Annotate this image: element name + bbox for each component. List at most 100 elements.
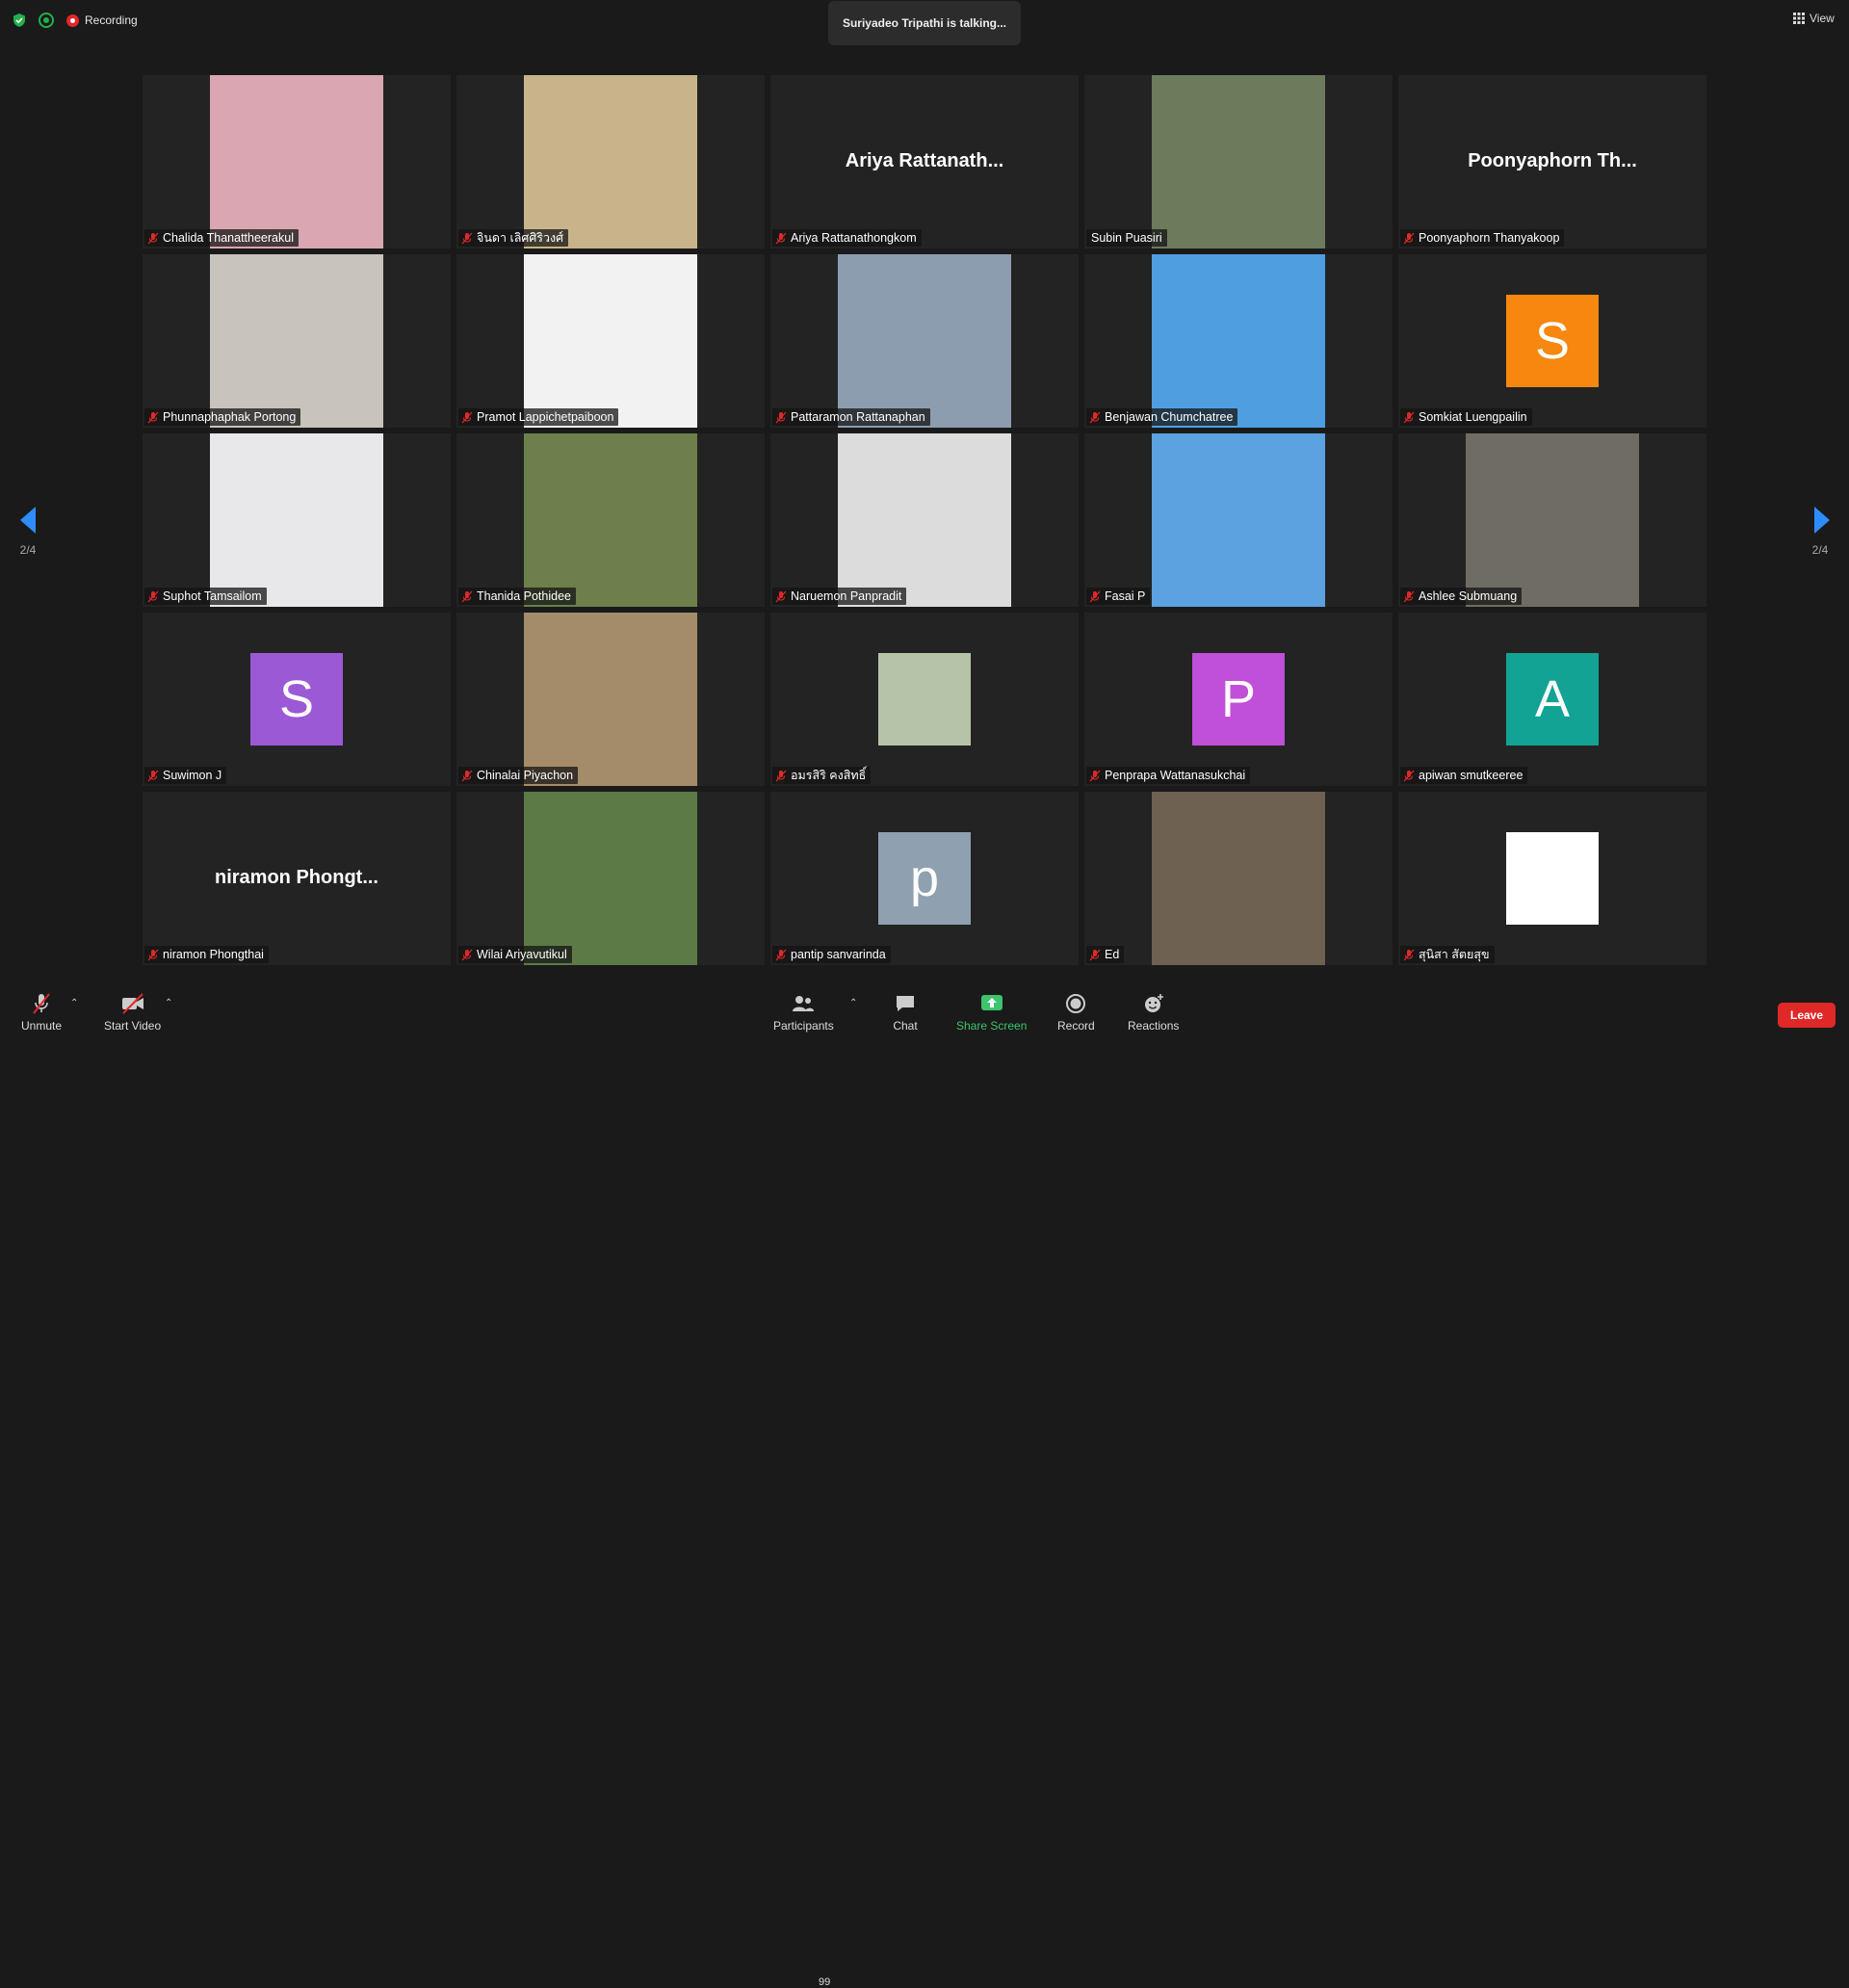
participant-name-label: Ariya Rattanathongkom [772, 229, 922, 247]
participants-button[interactable]: Participants [773, 992, 834, 1033]
participant-name: สุนิสา สัตยสุข [1419, 948, 1490, 961]
muted-microphone-icon [461, 232, 473, 244]
participant-name-label: Phunnaphaphak Portong [144, 408, 301, 426]
previous-page-arrow-icon[interactable] [16, 505, 39, 536]
participant-tile[interactable]: Benjawan Chumchatree [1084, 254, 1393, 428]
video-options-caret-icon[interactable]: ⌃ [165, 998, 172, 1008]
participant-name: Pramot Lappichetpaiboon [477, 410, 614, 424]
record-icon [1066, 994, 1086, 1013]
participant-name: Naruemon Panpradit [791, 589, 902, 603]
muted-microphone-icon [33, 993, 50, 1014]
muted-microphone-icon [775, 232, 787, 244]
participants-label: Participants [773, 1019, 834, 1033]
share-screen-button[interactable]: Share Screen [956, 992, 1027, 1033]
participant-name-label: Suphot Tamsailom [144, 588, 267, 605]
participant-tile[interactable]: Phunnaphaphak Portong [143, 254, 451, 428]
participant-tile[interactable]: P Penprapa Wattanasukchai [1084, 613, 1393, 786]
participant-tile[interactable]: Suphot Tamsailom [143, 433, 451, 607]
participant-name-label: Ashlee Submuang [1400, 588, 1523, 605]
participant-tile[interactable]: Chalida Thanattheerakul [143, 75, 451, 248]
muted-microphone-icon [461, 770, 473, 781]
participant-initial-avatar: A [1506, 653, 1599, 746]
participant-name: Fasai P [1105, 589, 1146, 603]
muted-microphone-icon [1403, 232, 1415, 244]
reactions-button[interactable]: Reactions [1128, 992, 1179, 1033]
shield-icon[interactable] [12, 13, 27, 28]
participant-tile[interactable]: อมรสิริ คงสิทธิ์ [770, 613, 1079, 786]
muted-microphone-icon [461, 411, 473, 423]
audio-options-caret-icon[interactable]: ⌃ [70, 998, 78, 1008]
participant-tile[interactable]: Poonyaphorn Th... Poonyaphorn Thanyakoop [1398, 75, 1706, 248]
chat-label: Chat [893, 1019, 918, 1033]
participant-tile[interactable]: Pattaramon Rattanaphan [770, 254, 1079, 428]
participant-photo [1152, 433, 1325, 607]
participant-name: อมรสิริ คงสิทธิ์ [791, 769, 867, 782]
chat-button[interactable]: Chat [893, 992, 918, 1033]
participant-tile[interactable]: Subin Puasiri [1084, 75, 1393, 248]
gallery-grid: Chalida Thanattheerakul จินดา เลิศศิริวงศ… [143, 75, 1706, 965]
share-screen-icon [980, 995, 1003, 1010]
muted-microphone-icon [1403, 590, 1415, 602]
record-button[interactable]: Record [1057, 992, 1095, 1033]
participants-options-caret-icon[interactable]: ⌃ [849, 998, 857, 1008]
meeting-toolbar: Unmute ⌃ Start Video ⌃ Participants 99 ⌃… [0, 979, 1849, 1988]
chat-icon [897, 996, 914, 1011]
muted-microphone-icon [147, 411, 159, 423]
participant-initial-avatar: P [1192, 653, 1285, 746]
participant-tile[interactable]: S Somkiat Luengpailin [1398, 254, 1706, 428]
participant-tile[interactable]: Ariya Rattanath... Ariya Rattanathongkom [770, 75, 1079, 248]
encryption-icon[interactable] [38, 12, 55, 29]
video-off-icon [121, 993, 143, 1014]
participant-name-label: Somkiat Luengpailin [1400, 408, 1532, 426]
next-page-arrow-icon[interactable] [1810, 505, 1834, 536]
muted-microphone-icon [775, 590, 787, 602]
unmute-button[interactable]: Unmute [21, 992, 62, 1033]
muted-microphone-icon [147, 770, 159, 781]
participant-name-label: Benjawan Chumchatree [1086, 408, 1238, 426]
page-indicator-right: 2/4 [1811, 543, 1829, 557]
muted-microphone-icon [1089, 949, 1101, 960]
participant-name-label: Pattaramon Rattanaphan [772, 408, 930, 426]
participant-photo [524, 613, 697, 786]
participant-photo [1152, 75, 1325, 248]
participant-name: Penprapa Wattanasukchai [1105, 769, 1246, 782]
participant-name-label: Thanida Pothidee [458, 588, 576, 605]
muted-microphone-icon [147, 949, 159, 960]
participant-tile[interactable]: สุนิสา สัตยสุข [1398, 792, 1706, 965]
participant-tile[interactable]: Ed [1084, 792, 1393, 965]
participant-tile[interactable]: S Suwimon J [143, 613, 451, 786]
participant-tile[interactable]: Wilai Ariyavutikul [456, 792, 765, 965]
participant-photo [524, 792, 697, 965]
participant-tile[interactable]: Chinalai Piyachon [456, 613, 765, 786]
participant-name-label: สุนิสา สัตยสุข [1400, 946, 1495, 963]
participant-name: จินดา เลิศศิริวงศ์ [477, 231, 564, 245]
participant-name: niramon Phongthai [163, 948, 264, 961]
participant-photo [210, 75, 383, 248]
participant-name: Pattaramon Rattanaphan [791, 410, 925, 424]
participant-name-label: Poonyaphorn Thanyakoop [1400, 229, 1565, 247]
top-bar: Recording Suriyadeo Tripathi is talking.… [0, 0, 1849, 45]
participant-tile[interactable]: จินดา เลิศศิริวงศ์ [456, 75, 765, 248]
participant-name-label: niramon Phongthai [144, 946, 269, 963]
participant-initial-avatar: p [878, 832, 971, 925]
view-button[interactable]: View [1793, 12, 1835, 25]
muted-microphone-icon [461, 949, 473, 960]
participant-tile[interactable]: niramon Phongt... niramon Phongthai [143, 792, 451, 965]
participant-name: Subin Puasiri [1091, 231, 1162, 245]
muted-microphone-icon [775, 770, 787, 781]
start-video-button[interactable]: Start Video [104, 992, 161, 1033]
muted-microphone-icon [1089, 411, 1101, 423]
participant-name: Suphot Tamsailom [163, 589, 262, 603]
participant-tile[interactable]: Thanida Pothidee [456, 433, 765, 607]
participant-tile[interactable]: Ashlee Submuang [1398, 433, 1706, 607]
participant-tile[interactable]: Pramot Lappichetpaiboon [456, 254, 765, 428]
participant-tile[interactable]: p pantip sanvarinda [770, 792, 1079, 965]
participant-photo [524, 254, 697, 428]
participant-tile[interactable]: Naruemon Panpradit [770, 433, 1079, 607]
reactions-smiley-icon [1144, 994, 1163, 1012]
participant-tile[interactable]: Fasai P [1084, 433, 1393, 607]
muted-microphone-icon [1403, 411, 1415, 423]
leave-button[interactable]: Leave [1778, 1003, 1836, 1028]
recording-indicator[interactable]: Recording [66, 12, 138, 29]
participant-tile[interactable]: Aapiwan smutkeeree [1398, 613, 1706, 786]
